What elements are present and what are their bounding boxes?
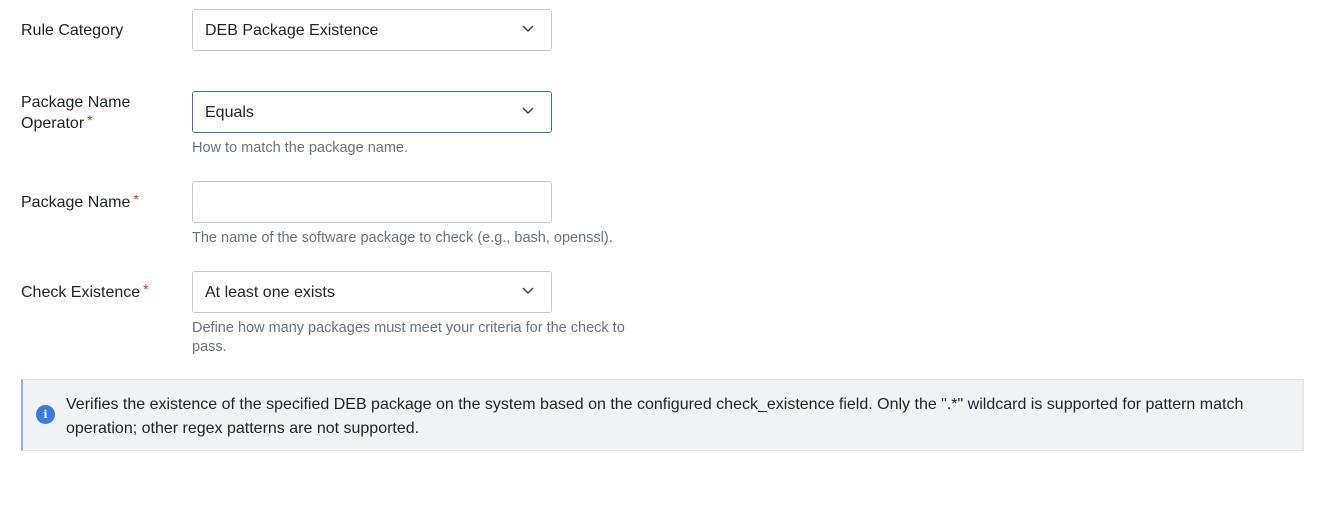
package-name-operator-value: Equals bbox=[205, 104, 254, 121]
package-name-label: Package Name * bbox=[21, 191, 171, 213]
required-marker: * bbox=[133, 191, 139, 207]
package-name-help: The name of the software package to chec… bbox=[192, 230, 613, 246]
chevron-down-icon bbox=[522, 25, 534, 32]
package-name-input[interactable] bbox=[193, 182, 551, 222]
check-existence-label: Check Existence * bbox=[21, 281, 171, 303]
package-name-operator-label-line2: Operator bbox=[21, 115, 85, 132]
check-existence-select[interactable]: At least one exists bbox=[192, 271, 552, 313]
required-marker: * bbox=[87, 112, 93, 128]
package-name-operator-help: How to match the package name. bbox=[192, 140, 409, 156]
chevron-down-icon bbox=[522, 287, 534, 294]
rule-category-label: Rule Category bbox=[21, 20, 171, 41]
rule-category-value: DEB Package Existence bbox=[205, 22, 379, 39]
package-name-operator-label: Package Name Operator * bbox=[21, 92, 171, 134]
required-marker: * bbox=[143, 281, 149, 297]
package-name-field bbox=[192, 181, 552, 223]
info-banner-text: Verifies the existence of the specified … bbox=[66, 396, 1244, 437]
package-name-label-text: Package Name bbox=[21, 194, 131, 211]
rule-category-select[interactable]: DEB Package Existence bbox=[192, 9, 552, 51]
check-existence-label-text: Check Existence bbox=[21, 284, 141, 301]
rule-category-label-text: Rule Category bbox=[21, 22, 124, 39]
info-banner: i Verifies the existence of the specifie… bbox=[21, 379, 1304, 451]
package-name-operator-label-line1: Package Name bbox=[21, 94, 131, 111]
check-existence-help: Define how many packages must meet your … bbox=[192, 320, 625, 355]
chevron-down-icon bbox=[522, 107, 534, 114]
package-name-operator-select[interactable]: Equals bbox=[192, 91, 552, 133]
check-existence-value: At least one exists bbox=[205, 284, 335, 301]
info-icon: i bbox=[36, 405, 55, 424]
